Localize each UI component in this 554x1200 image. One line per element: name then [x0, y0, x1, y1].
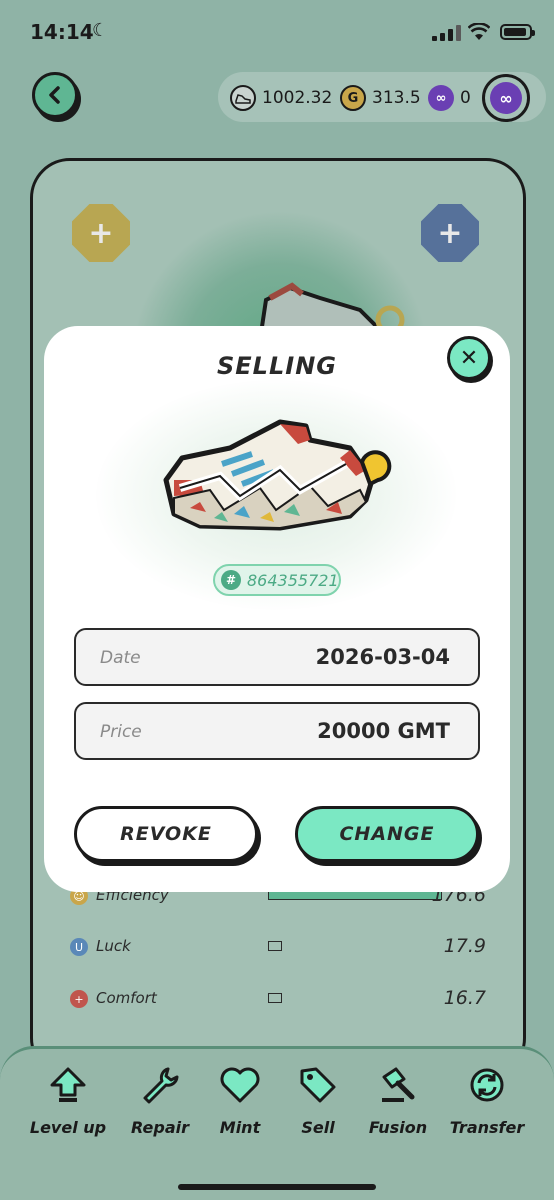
nav-fusion[interactable]: Fusion — [358, 1062, 438, 1137]
field-value: 2026-03-04 — [315, 645, 450, 669]
close-icon: ✕ — [459, 345, 479, 371]
balance-item: G 313.5 — [340, 85, 421, 111]
luck-icon: U — [70, 938, 88, 956]
balance-item: ∞ 0 — [428, 85, 471, 111]
sneaker-image — [163, 419, 392, 531]
battery-icon — [500, 24, 535, 40]
hammer-icon — [382, 1067, 415, 1102]
comfort-icon: + — [70, 990, 88, 1008]
nav-label: Transfer — [449, 1118, 525, 1137]
nav-mint[interactable]: Mint — [200, 1062, 280, 1137]
attribute-name: Luck — [96, 937, 131, 955]
heart-icon — [220, 1067, 260, 1103]
sneaker-id-badge: # 864355721 — [213, 564, 341, 596]
close-button[interactable]: ✕ — [447, 336, 491, 380]
do-not-disturb-icon: ☾ — [92, 20, 109, 41]
balance-value: 0 — [460, 88, 471, 108]
cellular-signal-icon — [432, 25, 461, 41]
attribute-name: Comfort — [96, 989, 157, 1007]
chevron-left-icon — [49, 86, 60, 104]
attribute-value: 16.7 — [443, 987, 486, 1009]
nav-transfer[interactable]: Transfer — [447, 1062, 527, 1137]
nav-label: Repair — [131, 1118, 189, 1137]
price-field: Price 20000 GMT — [74, 702, 480, 760]
price-tag-icon — [300, 1067, 336, 1103]
revoke-button[interactable]: REVOKE — [74, 806, 258, 862]
gem-socket-blue[interactable]: + — [421, 204, 479, 262]
chain-switch-button[interactable]: ∞ — [482, 74, 530, 122]
back-button[interactable] — [32, 72, 78, 118]
wifi-icon — [468, 23, 490, 40]
attribute-row-comfort: + Comfort 16.7 — [70, 987, 490, 1013]
attribute-bar — [268, 941, 282, 951]
sneaker-id: 864355721 — [247, 570, 339, 590]
nav-label: Level up — [29, 1118, 107, 1137]
balance-item: 1002.32 — [230, 85, 332, 111]
nav-label: Sell — [301, 1118, 335, 1137]
sneaker-token-icon — [230, 85, 256, 111]
nav-level-up[interactable]: Level up — [28, 1062, 108, 1137]
polygon-icon: ∞ — [490, 82, 522, 114]
level-up-arrow-icon — [50, 1067, 86, 1102]
attribute-value: 17.9 — [443, 935, 486, 957]
polygon-icon: ∞ — [428, 85, 454, 111]
home-indicator[interactable] — [178, 1184, 376, 1190]
transfer-cycle-icon — [470, 1068, 504, 1102]
status-bar: 14:14 ☾ — [0, 0, 554, 62]
modal-title: SELLING — [217, 352, 337, 380]
balance-value: 313.5 — [372, 88, 421, 108]
nav-repair[interactable]: Repair — [120, 1062, 200, 1137]
nav-label: Fusion — [368, 1118, 428, 1137]
gmt-coin-icon: G — [340, 85, 366, 111]
date-field: Date 2026-03-04 — [74, 628, 480, 686]
attribute-row-luck: U Luck 17.9 — [70, 935, 490, 961]
status-time: 14:14 — [30, 20, 94, 44]
field-label: Price — [100, 722, 142, 742]
balance-value: 1002.32 — [262, 88, 333, 108]
change-button[interactable]: CHANGE — [295, 806, 479, 862]
nav-label: Mint — [219, 1118, 261, 1137]
field-value: 20000 GMT — [317, 719, 450, 743]
wrench-icon — [143, 1067, 179, 1104]
field-label: Date — [100, 648, 141, 668]
attribute-bar — [268, 993, 282, 1003]
nav-sell[interactable]: Sell — [278, 1062, 358, 1137]
hash-icon: # — [221, 570, 241, 590]
